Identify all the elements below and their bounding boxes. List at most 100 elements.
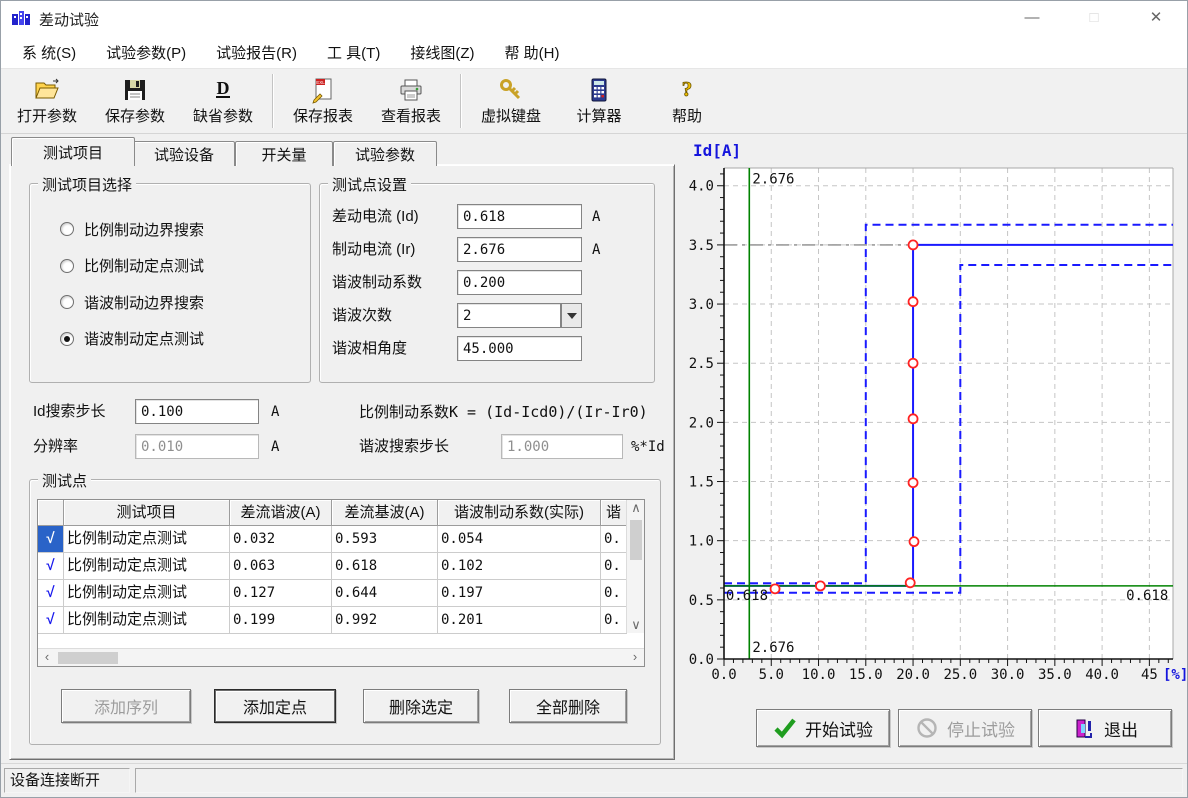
radio-option-2[interactable]: 比例制动定点测试 xyxy=(60,257,204,275)
table-cell[interactable]: 0.593 xyxy=(332,526,438,553)
table-row[interactable]: √比例制动定点测试0.0630.6180.1020. xyxy=(38,553,644,580)
default-params-icon: D xyxy=(209,76,237,104)
table-header-cell[interactable] xyxy=(38,500,64,526)
test-point-marker xyxy=(909,240,918,249)
tab-2[interactable]: 试验设备 xyxy=(133,141,235,166)
toolbar-button-3[interactable]: D缺省参数 xyxy=(179,75,267,127)
radio-icon[interactable] xyxy=(60,332,74,346)
menu-item-1[interactable]: 系 统(S) xyxy=(7,42,91,63)
tab-1[interactable]: 测试项目 xyxy=(11,137,135,166)
table-header-cell[interactable]: 差流谐波(A) xyxy=(230,500,332,526)
table-row[interactable]: √比例制动定点测试0.1270.6440.1970. xyxy=(38,580,644,607)
table-cell[interactable]: 0.618 xyxy=(332,553,438,580)
setting-input[interactable] xyxy=(457,336,582,361)
table-vertical-scrollbar[interactable]: ∧∨ xyxy=(626,500,644,633)
radio-option-4[interactable]: 谐波制动定点测试 xyxy=(60,330,204,348)
table-header-cell[interactable]: 差流基波(A) xyxy=(332,500,438,526)
scroll-right-icon[interactable]: › xyxy=(626,649,644,665)
toolbar-button-label: 保存报表 xyxy=(293,105,353,126)
exit-button[interactable]: 退出 xyxy=(1038,709,1172,747)
table-cell[interactable]: 0.032 xyxy=(230,526,332,553)
radio-icon[interactable] xyxy=(60,295,74,309)
dropdown-button[interactable] xyxy=(561,303,582,328)
toolbar-button-4[interactable]: EXL保存报表 xyxy=(279,75,367,127)
scroll-thumb[interactable] xyxy=(58,652,118,664)
table-cell[interactable]: 比例制动定点测试 xyxy=(64,580,230,607)
delete-selected-button[interactable]: 删除选定 xyxy=(363,689,479,723)
row-check-cell[interactable]: √ xyxy=(38,607,64,634)
table-cell[interactable]: 0.199 xyxy=(230,607,332,634)
scroll-thumb[interactable] xyxy=(630,520,642,560)
start-test-button[interactable]: 开始试验 xyxy=(756,709,890,747)
table-cell[interactable]: 0.992 xyxy=(332,607,438,634)
toolbar-button-2[interactable]: 保存参数 xyxy=(91,75,179,127)
table-cell[interactable]: 0. xyxy=(601,526,627,553)
menu-item-5[interactable]: 接线图(Z) xyxy=(395,42,489,63)
harmonic-step-input[interactable] xyxy=(501,434,623,459)
setting-label: 谐波制动系数 xyxy=(332,270,422,296)
scroll-left-icon[interactable]: ‹ xyxy=(38,649,56,665)
table-cell[interactable]: 比例制动定点测试 xyxy=(64,553,230,580)
harmonic-order-select[interactable] xyxy=(457,303,561,328)
table-row[interactable]: √比例制动定点测试0.1990.9920.2010. xyxy=(38,607,644,634)
toolbar-button-8[interactable]: ?帮助 xyxy=(643,75,731,127)
toolbar-button-5[interactable]: 查看报表 xyxy=(367,75,455,127)
radio-icon[interactable] xyxy=(60,259,74,273)
row-check-cell[interactable]: √ xyxy=(38,553,64,580)
toolbar-button-1[interactable]: 打开参数 xyxy=(3,75,91,127)
setting-input[interactable] xyxy=(457,270,582,295)
id-step-input[interactable] xyxy=(135,399,259,424)
add-sequence-button[interactable]: 添加序列 xyxy=(61,689,191,723)
tab-4[interactable]: 试验参数 xyxy=(333,141,437,166)
stop-test-button[interactable]: 停止试验 xyxy=(898,709,1032,747)
x-tick-label: 30.0 xyxy=(991,667,1025,683)
menu-bar: 系 统(S)试验参数(P)试验报告(R)工 具(T)接线图(Z)帮 助(H) xyxy=(1,37,1187,69)
table-cell[interactable]: 0.644 xyxy=(332,580,438,607)
table-cell[interactable]: 0. xyxy=(601,580,627,607)
table-cell[interactable]: 0.054 xyxy=(438,526,601,553)
radio-option-1[interactable]: 比例制动边界搜索 xyxy=(60,220,204,238)
table-cell[interactable]: 0.201 xyxy=(438,607,601,634)
table-cell[interactable]: 0.197 xyxy=(438,580,601,607)
menu-item-2[interactable]: 试验参数(P) xyxy=(91,42,201,63)
table-cell[interactable]: 比例制动定点测试 xyxy=(64,526,230,553)
menu-item-4[interactable]: 工 具(T) xyxy=(312,42,395,63)
row-check-cell[interactable]: √ xyxy=(38,580,64,607)
setting-input[interactable] xyxy=(457,204,582,229)
setting-label: 差动电流 (Id) xyxy=(332,204,419,230)
maximize-button[interactable]: □ xyxy=(1063,1,1125,37)
table-cell[interactable]: 比例制动定点测试 xyxy=(64,607,230,634)
table-row[interactable]: √比例制动定点测试0.0320.5930.0540. xyxy=(38,526,644,553)
table-cell[interactable]: 0. xyxy=(601,553,627,580)
toolbar-button-6[interactable]: 虚拟键盘 xyxy=(467,75,555,127)
tab-3[interactable]: 开关量 xyxy=(235,141,333,166)
row-check-cell[interactable]: √ xyxy=(38,526,64,553)
setting-row-1: 差动电流 (Id)A xyxy=(320,204,654,230)
window-title: 差动试验 xyxy=(39,9,99,30)
radio-icon[interactable] xyxy=(60,222,74,236)
radio-option-3[interactable]: 谐波制动边界搜索 xyxy=(60,293,204,311)
minimize-button[interactable]: — xyxy=(1001,1,1063,37)
table-cell[interactable]: 0.063 xyxy=(230,553,332,580)
table-horizontal-scrollbar[interactable]: ‹› xyxy=(38,648,644,666)
chart-annotation: 0.618 xyxy=(1126,588,1168,604)
setting-input[interactable] xyxy=(457,237,582,262)
menu-item-3[interactable]: 试验报告(R) xyxy=(201,42,312,63)
setting-label: 制动电流 (Ir) xyxy=(332,237,415,263)
test-point-marker xyxy=(771,584,780,593)
table-header-cell[interactable]: 谐 xyxy=(601,500,627,526)
table-cell[interactable]: 0. xyxy=(601,607,627,634)
close-button[interactable]: ✕ xyxy=(1125,1,1187,37)
test-point-marker xyxy=(909,297,918,306)
scroll-down-icon[interactable]: ∨ xyxy=(627,617,645,633)
table-cell[interactable]: 0.102 xyxy=(438,553,601,580)
table-cell[interactable]: 0.127 xyxy=(230,580,332,607)
menu-item-6[interactable]: 帮 助(H) xyxy=(489,42,574,63)
toolbar-button-7[interactable]: 计算器 xyxy=(555,75,643,127)
scroll-up-icon[interactable]: ∧ xyxy=(627,500,645,516)
resolution-input[interactable] xyxy=(135,434,259,459)
delete-all-button[interactable]: 全部删除 xyxy=(509,689,627,723)
table-header-cell[interactable]: 测试项目 xyxy=(64,500,230,526)
table-header-cell[interactable]: 谐波制动系数(实际) xyxy=(438,500,601,526)
add-point-button[interactable]: 添加定点 xyxy=(214,689,336,723)
